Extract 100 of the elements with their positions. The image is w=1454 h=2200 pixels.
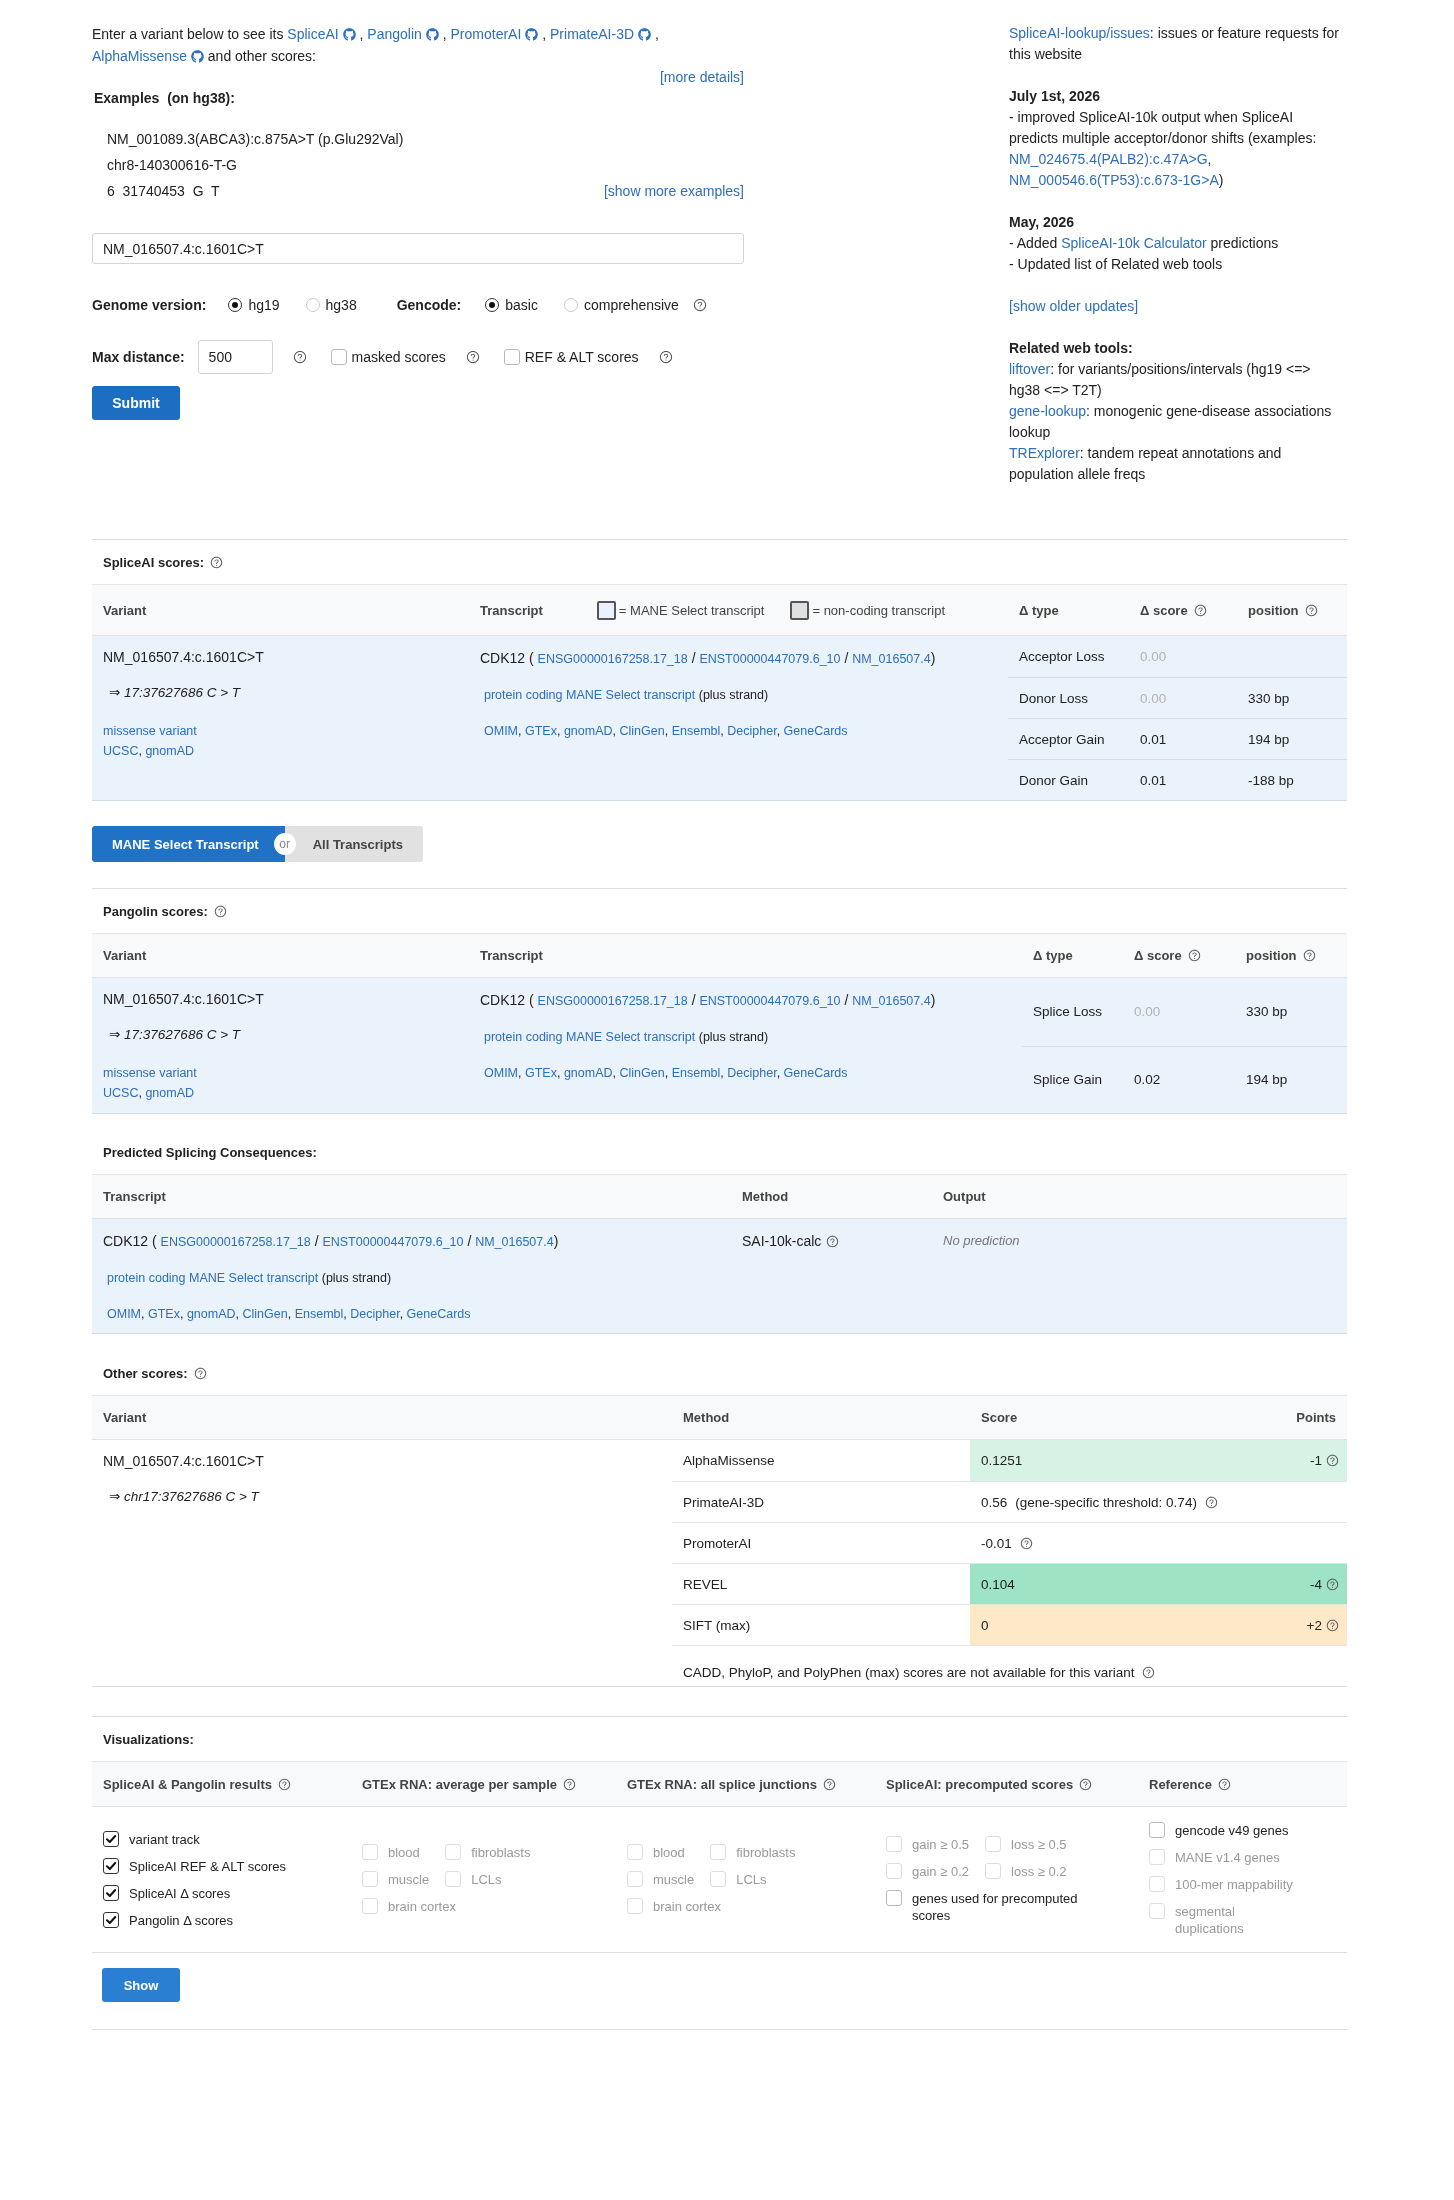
external-link[interactable]: ClinGen xyxy=(619,1066,665,1080)
news-text: - improved SpliceAI-10k output when SpliceAI predicts multiple acceptor/donor shifts (examples: NM_024675.4(PALB2):c.47A>G, NM_000546.6(TP53):c.673-1G>A) xyxy=(1009,108,1318,190)
help-icon[interactable] xyxy=(1326,1577,1339,1591)
external-link[interactable]: gnomAD xyxy=(186,1307,236,1321)
external-link[interactable]: ClinGen xyxy=(242,1307,288,1321)
checkbox[interactable] xyxy=(503,349,520,365)
more-details-link[interactable]: [more details] xyxy=(659,67,744,87)
external-link[interactable]: OMIM xyxy=(484,1066,519,1080)
external-link[interactable]: Decipher xyxy=(350,1307,400,1321)
consequence-link[interactable]: missense variant xyxy=(103,721,197,741)
transcript-tag-link[interactable]: MANE Select transcript xyxy=(566,688,696,702)
external-link[interactable]: Decipher xyxy=(727,724,777,738)
external-link[interactable]: GeneCards xyxy=(783,724,848,738)
help-icon[interactable] xyxy=(1326,1454,1339,1467)
transcript-id-link[interactable]: ENST00000447079.6_10 xyxy=(322,1235,464,1249)
checkbox[interactable] xyxy=(103,1857,119,1874)
help-icon[interactable] xyxy=(1326,1618,1339,1632)
external-link[interactable]: gnomAD xyxy=(145,744,195,758)
transcript-id-link[interactable]: NM_016507.4 xyxy=(475,1235,554,1249)
help-icon[interactable] xyxy=(826,1234,840,1248)
help-icon[interactable] xyxy=(465,350,480,364)
tool-link[interactable]: AlphaMissense xyxy=(92,48,204,64)
text-link[interactable]: SpliceAI-lookup/issues xyxy=(1009,25,1150,41)
help-icon[interactable] xyxy=(193,1366,207,1380)
checkbox-label: loss ≥ 0.2 xyxy=(1011,1862,1067,1880)
checkbox[interactable] xyxy=(103,1911,119,1928)
text-link[interactable]: SpliceAI-10k Calculator xyxy=(1061,235,1207,251)
column-header: Δ score xyxy=(1134,948,1182,963)
transcript-tag-link[interactable]: MANE Select transcript xyxy=(189,1271,319,1285)
external-link[interactable]: OMIM xyxy=(107,1307,142,1321)
transcript-id-link[interactable]: ENST00000447079.6_10 xyxy=(699,994,841,1008)
external-link[interactable]: GTEx xyxy=(148,1307,180,1321)
external-link[interactable]: gnomAD xyxy=(563,724,613,738)
transcript-tag-link[interactable]: MANE Select transcript xyxy=(566,1030,696,1044)
external-link[interactable]: OMIM xyxy=(484,724,519,738)
column-header: position xyxy=(1248,602,1299,618)
max-distance-input[interactable]: 500 xyxy=(197,340,273,374)
submit-button[interactable]: Submit xyxy=(92,386,180,420)
example-variant[interactable]: chr8-140300616-T-G xyxy=(107,152,237,178)
help-icon[interactable] xyxy=(1217,1777,1231,1791)
external-link[interactable]: GTEx xyxy=(525,724,557,738)
help-icon[interactable] xyxy=(1187,949,1201,962)
text-link[interactable]: [show older updates] xyxy=(1009,298,1139,314)
show-more-examples-link[interactable]: [show more examples] xyxy=(603,178,744,204)
transcript-tag-link[interactable]: protein coding xyxy=(484,1030,563,1044)
external-link[interactable]: GTEx xyxy=(525,1066,557,1080)
tool-link[interactable]: Pangolin xyxy=(367,26,439,42)
help-icon[interactable] xyxy=(278,1777,292,1791)
help-icon[interactable] xyxy=(1142,1666,1156,1679)
variant-input[interactable]: NM_016507.4:c.1601C>T xyxy=(92,233,744,264)
help-icon[interactable] xyxy=(1304,603,1318,617)
help-icon[interactable] xyxy=(1204,1495,1218,1509)
checkbox[interactable] xyxy=(330,349,347,365)
checkbox[interactable] xyxy=(886,1889,902,1906)
transcript-id-link[interactable]: NM_016507.4 xyxy=(852,652,931,666)
radio-button[interactable] xyxy=(485,298,500,312)
transcript-id-link[interactable]: NM_016507.4 xyxy=(852,994,931,1008)
help-icon[interactable] xyxy=(292,350,307,364)
checkbox[interactable] xyxy=(103,1830,119,1847)
tool-link[interactable]: SpliceAI xyxy=(287,26,356,42)
show-button[interactable]: Show xyxy=(102,1968,180,2002)
help-icon[interactable] xyxy=(1193,603,1207,617)
checkbox[interactable] xyxy=(103,1884,119,1901)
help-icon[interactable] xyxy=(563,1777,577,1791)
transcript-id-link[interactable]: ENSG00000167258.17_18 xyxy=(537,652,688,666)
external-link[interactable]: gnomAD xyxy=(563,1066,613,1080)
delta-score-cell-text: 0.00 xyxy=(1139,648,1168,666)
checkbox-label: segmental duplications xyxy=(1175,1903,1245,1937)
help-icon[interactable] xyxy=(213,904,227,918)
transcript-tag-link[interactable]: protein coding xyxy=(107,1271,186,1285)
transcript-tag-link[interactable]: protein coding xyxy=(484,688,563,702)
help-icon[interactable] xyxy=(823,1777,836,1791)
help-icon[interactable] xyxy=(658,350,673,364)
text-link[interactable]: NM_024675.4(PALB2):c.47A>G xyxy=(1009,151,1208,167)
help-icon[interactable] xyxy=(210,555,224,569)
external-link[interactable]: GeneCards xyxy=(406,1307,471,1321)
external-link[interactable]: Decipher xyxy=(727,1066,777,1080)
help-icon[interactable] xyxy=(1302,949,1316,962)
news-text: liftover: for variants/positions/intervals (hg19 <=> hg38 <=> T2T) xyxy=(1009,360,1312,400)
transcript-id-link[interactable]: ENST00000447079.6_10 xyxy=(699,652,841,666)
text-link[interactable]: NM_000546.6(TP53):c.673-1G>A xyxy=(1009,172,1219,188)
transcript-id-link[interactable]: ENSG00000167258.17_18 xyxy=(160,1235,311,1249)
external-link[interactable]: GeneCards xyxy=(783,1066,848,1080)
help-icon[interactable] xyxy=(1019,1536,1033,1550)
text-link[interactable]: TRExplorer xyxy=(1009,445,1080,461)
radio-button[interactable] xyxy=(228,298,243,312)
example-variant[interactable]: 6 31740453 G T xyxy=(107,178,220,204)
consequence-link[interactable]: missense variant xyxy=(103,1063,197,1083)
splice-type-cell: Splice Gain xyxy=(1022,1045,1123,1113)
external-link[interactable]: gnomAD xyxy=(145,1086,195,1100)
help-icon[interactable] xyxy=(692,298,707,312)
help-icon[interactable] xyxy=(1079,1777,1093,1791)
transcript-id-link[interactable]: ENSG00000167258.17_18 xyxy=(537,994,688,1008)
tool-link[interactable]: PrimateAI-3D xyxy=(550,26,652,42)
score-value: 0.56 xyxy=(981,1494,1008,1510)
column-header: Transcript xyxy=(480,948,543,963)
external-link[interactable]: ClinGen xyxy=(619,724,665,738)
example-variant[interactable]: NM_001089.3(ABCA3):c.875A>T (p.Glu292Val) xyxy=(107,126,404,152)
checkbox[interactable] xyxy=(1149,1822,1165,1838)
tool-link[interactable]: PromoterAI xyxy=(450,26,539,42)
